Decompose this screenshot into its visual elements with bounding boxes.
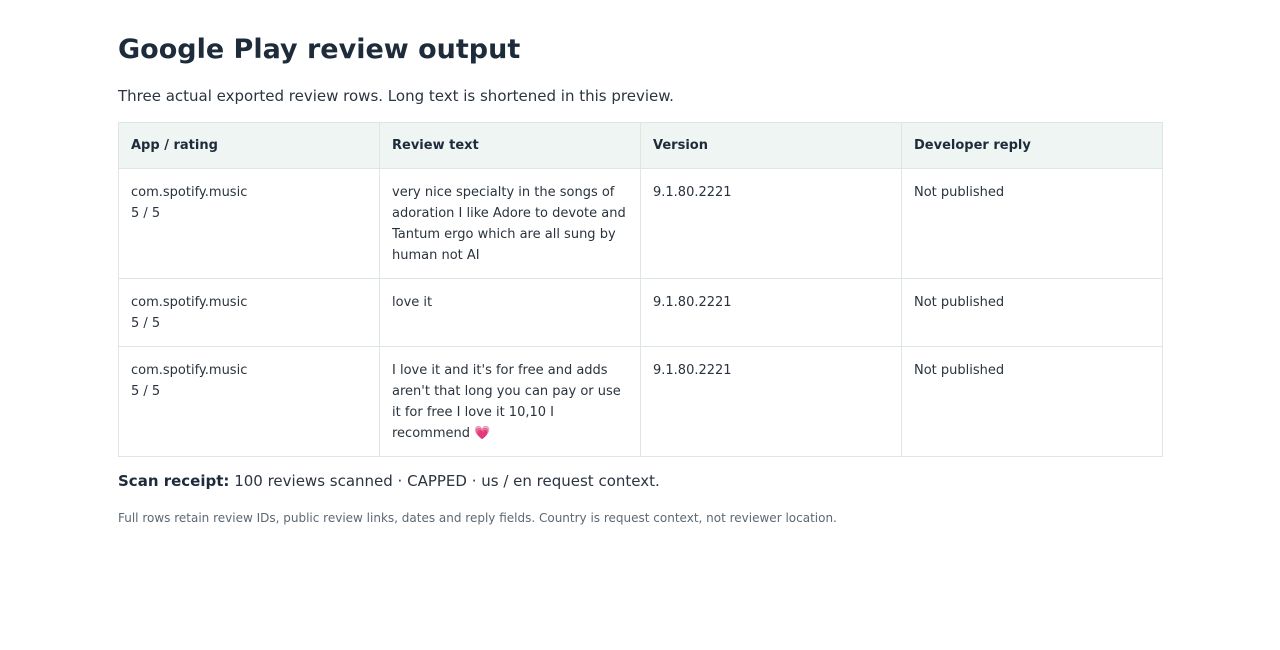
rating: 5 / 5 xyxy=(131,206,161,221)
app-rating-cell: com.spotify.music 5 / 5 xyxy=(118,278,380,347)
page-title: Google Play review output xyxy=(118,34,521,65)
scan-receipt: Scan receipt: 100 reviews scanned · CAPP… xyxy=(118,470,1162,492)
app-rating-cell: com.spotify.music 5 / 5 xyxy=(118,346,380,457)
review-table: App / rating Review text Version Develop… xyxy=(118,122,1163,457)
rating: 5 / 5 xyxy=(131,384,161,399)
review-text-cell: I love it and it's for free and adds are… xyxy=(379,346,641,457)
column-header-developer-reply: Developer reply xyxy=(901,122,1163,169)
app-id: com.spotify.music xyxy=(131,185,248,200)
app-id: com.spotify.music xyxy=(131,363,248,378)
table-row: com.spotify.music 5 / 5 I love it and it… xyxy=(118,346,1163,457)
page-subtitle: Three actual exported review rows. Long … xyxy=(118,87,674,105)
review-text-cell: love it xyxy=(379,278,641,347)
version-cell: 9.1.80.2221 xyxy=(640,278,902,347)
app-rating-cell: com.spotify.music 5 / 5 xyxy=(118,168,380,279)
developer-reply-cell: Not published xyxy=(901,168,1163,279)
page: Google Play review output Three actual e… xyxy=(118,30,1163,527)
scan-receipt-label: Scan receipt: xyxy=(118,472,230,490)
table-header-row: App / rating Review text Version Develop… xyxy=(118,122,1163,169)
column-header-review-text: Review text xyxy=(379,122,641,169)
table-row: com.spotify.music 5 / 5 very nice specia… xyxy=(118,168,1163,279)
developer-reply-cell: Not published xyxy=(901,346,1163,457)
table-row: com.spotify.music 5 / 5 love it 9.1.80.2… xyxy=(118,278,1163,347)
version-cell: 9.1.80.2221 xyxy=(640,346,902,457)
footnote: Full rows retain review IDs, public revi… xyxy=(118,511,837,525)
app-id: com.spotify.music xyxy=(131,295,248,310)
column-header-app-rating: App / rating xyxy=(118,122,380,169)
review-text-cell: very nice specialty in the songs of ador… xyxy=(379,168,641,279)
rating: 5 / 5 xyxy=(131,316,161,331)
version-cell: 9.1.80.2221 xyxy=(640,168,902,279)
scan-receipt-text: 100 reviews scanned · CAPPED · us / en r… xyxy=(234,472,660,490)
column-header-version: Version xyxy=(640,122,902,169)
developer-reply-cell: Not published xyxy=(901,278,1163,347)
